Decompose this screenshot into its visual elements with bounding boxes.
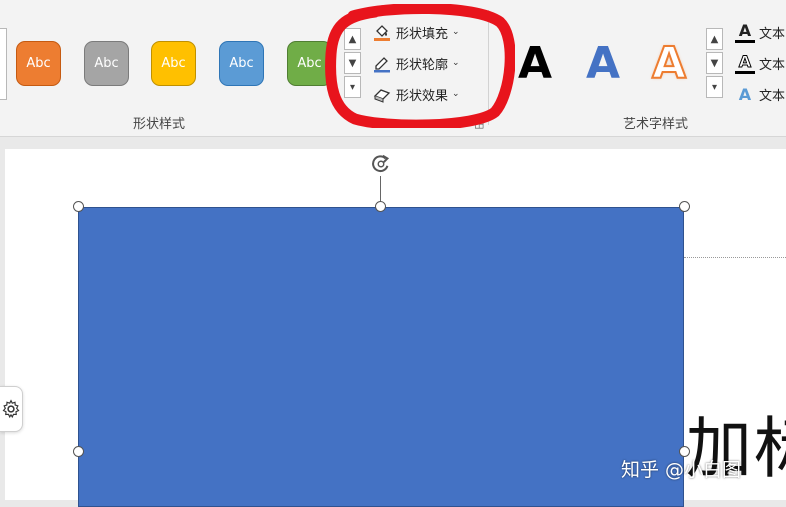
shape-fill-button[interactable]: 形状填充 ⌄ [372, 20, 460, 44]
scroll-up-button[interactable]: ▲ [706, 28, 723, 50]
watermark: 知乎 @小白图 [621, 459, 742, 481]
shape-styles-group-label: 形状样式 [133, 117, 186, 132]
text-fill-button[interactable]: A 文本 [735, 20, 785, 44]
paint-bucket-icon [374, 25, 390, 41]
shape-outline-label: 形状轮廓 [396, 57, 449, 73]
wordart-style-orange-outline[interactable]: A [651, 37, 687, 90]
wordart-styles-group-label: 艺术字样式 [623, 117, 689, 132]
group-separator [488, 10, 489, 125]
text-placeholder-border [684, 257, 786, 258]
shape-style-gray[interactable]: Abc [84, 41, 129, 86]
chevron-down-icon: ⌄ [452, 58, 460, 68]
shape-style-blue[interactable]: Abc [219, 41, 264, 86]
gear-icon [2, 399, 20, 419]
text-outline-button[interactable]: A 文本 [735, 51, 785, 75]
scroll-down-button[interactable]: ▼ [344, 52, 361, 74]
text-fill-icon: A [735, 21, 755, 43]
shape-styles-scroll: ▲ ▼ ▾ [344, 28, 361, 100]
text-fill-label: 文本 [759, 26, 786, 42]
scroll-up-button[interactable]: ▲ [344, 28, 361, 50]
chevron-down-icon: ⌄ [452, 27, 460, 37]
shape-fill-label: 形状填充 [396, 26, 449, 42]
wordart-style-black[interactable]: A [518, 38, 552, 89]
wordart-scroll: ▲ ▼ ▾ [706, 28, 723, 100]
gallery-left-edge [0, 28, 7, 100]
resize-handle-middle-left[interactable] [73, 446, 84, 457]
shape-style-orange[interactable]: Abc [16, 41, 61, 86]
more-styles-button[interactable]: ▾ [706, 76, 723, 98]
text-outline-label: 文本 [759, 57, 786, 73]
pen-icon [374, 57, 390, 73]
rotate-icon[interactable] [370, 153, 392, 175]
chevron-down-icon: ⌄ [452, 89, 460, 99]
ribbon: Abc Abc Abc Abc Abc ▲ ▼ ▾ 形状样式 形状填充 ⌄ 形状… [0, 0, 786, 137]
shape-effects-label: 形状效果 [396, 88, 449, 104]
resize-handle-top-center[interactable] [375, 201, 386, 212]
shape-style-green[interactable]: Abc [287, 41, 332, 86]
text-effects-button[interactable]: A 文本 [735, 82, 785, 106]
scroll-down-button[interactable]: ▼ [706, 52, 723, 74]
dialog-launcher-icon[interactable]: ◲ [474, 117, 484, 130]
shape-effects-icon [373, 89, 391, 103]
wordart-style-blue[interactable]: A [586, 38, 620, 89]
text-effects-icon: A [738, 84, 752, 104]
resize-handle-top-right[interactable] [679, 201, 690, 212]
shape-style-gold[interactable]: Abc [151, 41, 196, 86]
more-styles-button[interactable]: ▾ [344, 76, 361, 98]
blue-rectangle-shape[interactable] [78, 207, 684, 507]
settings-tab[interactable] [0, 386, 23, 432]
shape-outline-button[interactable]: 形状轮廓 ⌄ [372, 51, 460, 75]
text-outline-icon: A [735, 52, 755, 74]
shape-effects-button[interactable]: 形状效果 ⌄ [372, 82, 460, 106]
resize-handle-top-left[interactable] [73, 201, 84, 212]
text-effects-label: 文本 [759, 88, 786, 104]
